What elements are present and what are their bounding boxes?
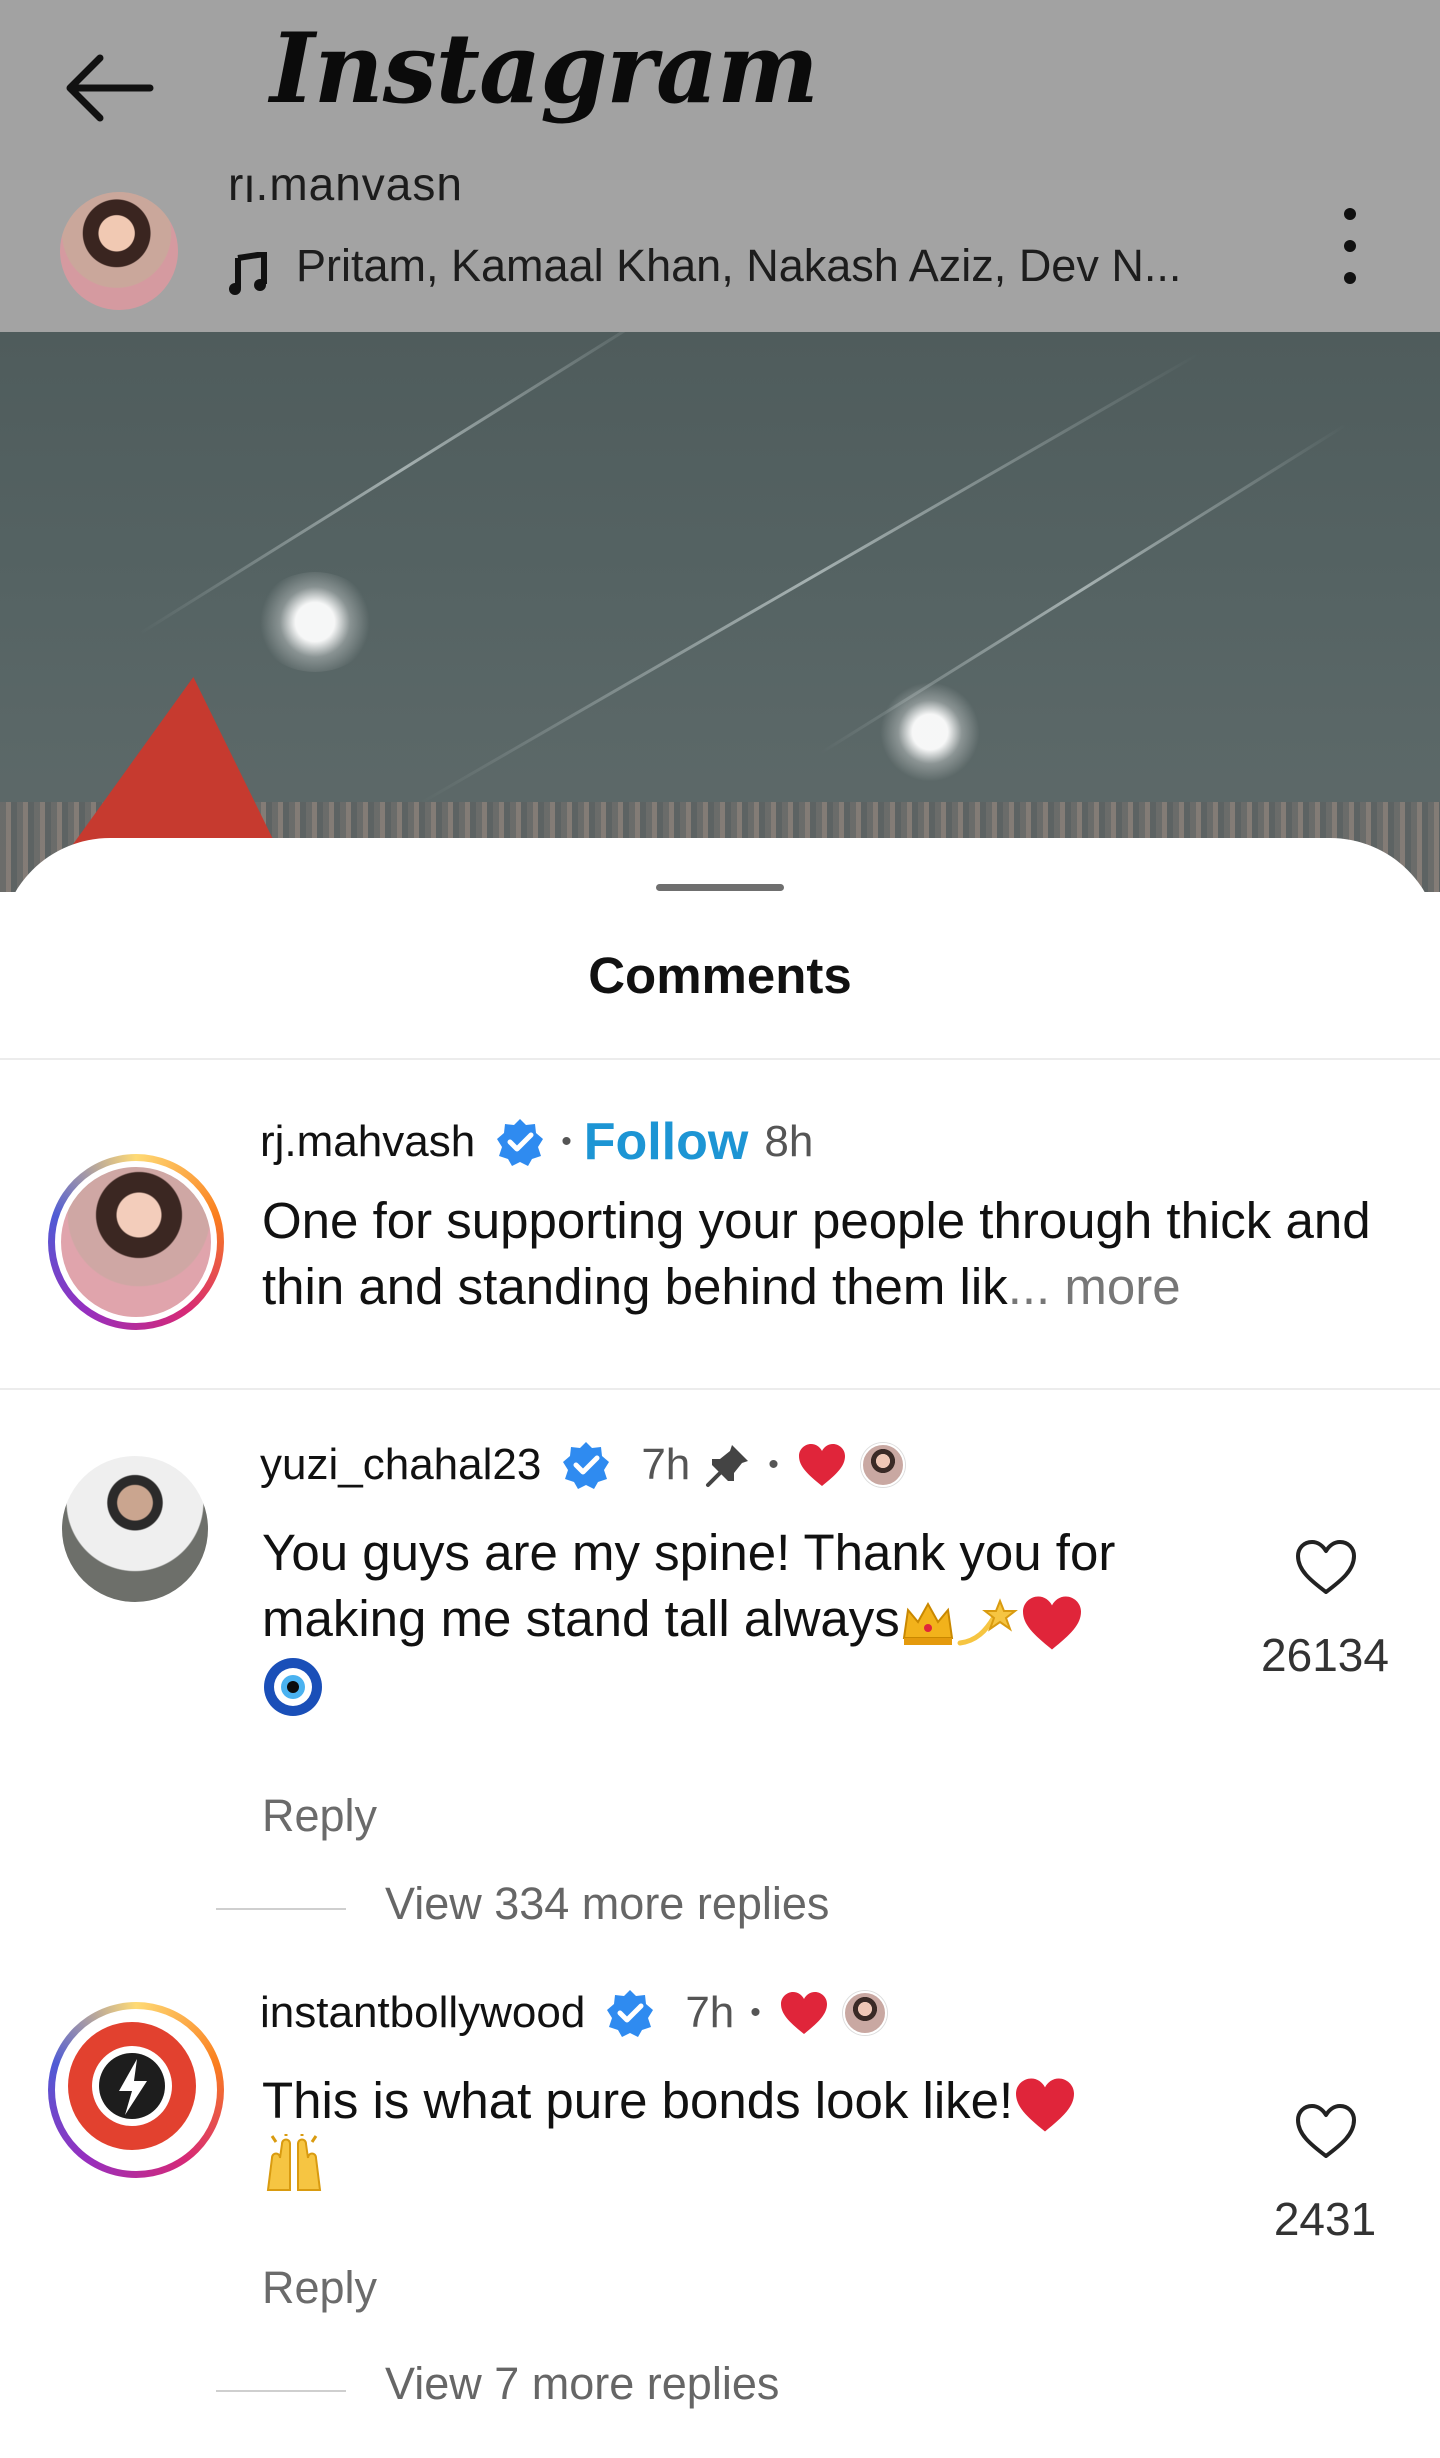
verified-badge-icon xyxy=(607,1990,654,2037)
avatar[interactable] xyxy=(48,2002,224,2178)
post-author-avatar[interactable] xyxy=(60,192,178,310)
replies-divider xyxy=(216,1908,346,1910)
verified-badge-icon xyxy=(497,1119,544,1166)
stadium-light xyxy=(255,572,375,672)
comment-time: 8h xyxy=(764,1117,814,1166)
caption-text: One for supporting your people through t… xyxy=(262,1188,1412,1320)
evil-eye-icon xyxy=(264,1658,322,1716)
comment-time: 7h xyxy=(641,1440,691,1489)
light-beam xyxy=(139,332,667,635)
red-heart-emoji xyxy=(1016,2078,1075,2132)
divider xyxy=(0,1388,1440,1390)
red-heart-emoji xyxy=(1022,1596,1081,1650)
creator-avatar xyxy=(842,1991,887,2035)
caption-body: One for supporting your people through t… xyxy=(262,1192,1371,1315)
comment-line: This is what pure bonds look like! xyxy=(262,2068,1262,2134)
comment-line: You guys are my spine! Thank you for xyxy=(262,1524,1116,1581)
red-heart-icon xyxy=(798,1444,845,1486)
comment-line-text: making me stand tall always xyxy=(262,1590,900,1647)
comment-meta: instantbollywood 7h • xyxy=(260,1988,887,2038)
post-header: rj.mahvash Pritam, Kamaal Khan, Nakash A… xyxy=(0,174,1440,332)
reply-button[interactable]: Reply xyxy=(262,2262,377,2314)
separator-dot: • xyxy=(768,1448,779,1481)
like-count: 26134 xyxy=(1261,1629,1389,1681)
divider xyxy=(0,1058,1440,1060)
view-replies-button[interactable]: View 7 more replies xyxy=(385,2358,779,2410)
verified-badge-icon xyxy=(563,1442,610,1489)
separator-dot: • xyxy=(750,1996,761,2029)
heart-outline-icon[interactable] xyxy=(1294,2102,1358,2160)
music-note-icon xyxy=(229,252,267,295)
sheet-title: Comments xyxy=(588,947,852,1004)
instantbollywood-logo xyxy=(68,2022,196,2150)
comment-username[interactable]: instantbollywood xyxy=(260,1988,585,2038)
stadium-light xyxy=(880,682,980,782)
comment-username[interactable]: yuzi_chahal23 xyxy=(260,1440,541,1490)
more-link[interactable]: ... more xyxy=(1008,1258,1181,1315)
comments-sheet: Comments rj.mahvash • Follow 8h One for … xyxy=(0,838,1440,2458)
raising-hands-icon xyxy=(266,2132,322,2191)
separator-dot: • xyxy=(561,1125,572,1158)
comment-line-text: This is what pure bonds look like! xyxy=(262,2072,1014,2129)
red-heart-icon xyxy=(780,1992,827,2034)
follow-button[interactable]: Follow xyxy=(584,1112,749,1172)
comment-line xyxy=(262,2132,1262,2200)
post-media[interactable] xyxy=(0,332,1440,892)
comment-line xyxy=(262,1652,1262,1718)
view-replies-button[interactable]: View 334 more replies xyxy=(385,1878,829,1930)
post-username[interactable]: rj.mahvash xyxy=(228,174,463,202)
comment-text: This is what pure bonds look like! xyxy=(262,2068,1262,2200)
crown-icon xyxy=(902,1601,953,1645)
app-logo: Instagram xyxy=(270,12,819,125)
heart-outline-icon[interactable] xyxy=(1294,1538,1358,1596)
drag-handle[interactable] xyxy=(656,884,784,891)
reply-button[interactable]: Reply xyxy=(262,1790,377,1842)
comment-meta: yuzi_chahal23 7h • xyxy=(260,1440,905,1490)
back-arrow-icon[interactable] xyxy=(60,48,160,128)
avatar[interactable] xyxy=(62,1456,208,1602)
avatar[interactable] xyxy=(48,1154,224,1330)
comment-username[interactable]: rj.mahvash xyxy=(260,1117,475,1167)
replies-divider xyxy=(216,2390,346,2392)
dizzy-star-icon xyxy=(957,1597,1018,1646)
comment-text: You guys are my spine! Thank you for mak… xyxy=(262,1520,1262,1718)
app-header: Instagram xyxy=(0,0,1440,180)
light-beam xyxy=(419,352,1201,805)
comment-line: making me stand tall always xyxy=(262,1586,1262,1652)
post-audio-label[interactable]: Pritam, Kamaal Khan, Nakash Aziz, Dev N.… xyxy=(296,240,1181,292)
pin-icon xyxy=(706,1445,749,1487)
comment-meta: rj.mahvash • Follow 8h xyxy=(260,1112,813,1172)
comment-time: 7h xyxy=(685,1988,735,2037)
like-count: 2431 xyxy=(1273,2193,1377,2245)
more-options-icon[interactable] xyxy=(1325,192,1375,312)
creator-avatar xyxy=(860,1443,905,1487)
